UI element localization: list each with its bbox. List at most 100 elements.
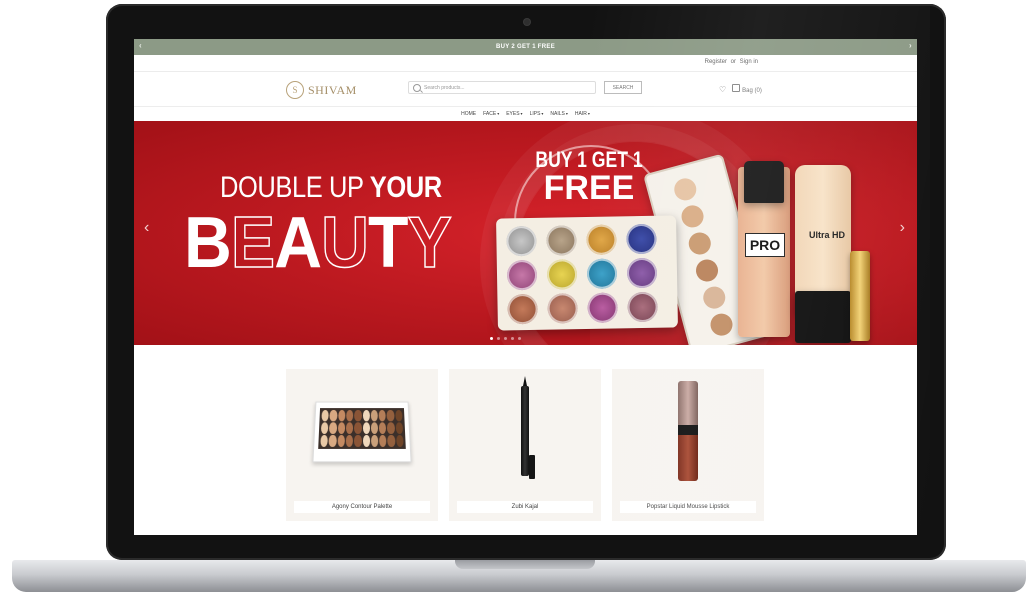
- search-icon: [413, 83, 421, 92]
- auth-separator: or: [730, 59, 736, 65]
- wishlist-heart-icon[interactable]: ♡: [719, 85, 726, 94]
- palette-pan: [346, 409, 354, 422]
- bag-label: Bag (0): [742, 88, 762, 94]
- announcement-text: BUY 2 GET 1 FREE: [495, 44, 556, 50]
- palette-pan: [320, 422, 329, 434]
- nav-item-face[interactable]: FACE▾: [483, 111, 499, 117]
- lipstick-image: [678, 381, 698, 481]
- webcam-icon: [524, 19, 530, 25]
- pro-label: PRO: [745, 233, 785, 257]
- banner-next-icon[interactable]: ›: [900, 219, 905, 237]
- carousel-dot[interactable]: [490, 337, 493, 340]
- promo-line2: FREE: [543, 169, 635, 207]
- product-card[interactable]: Agony Contour Palette: [286, 369, 438, 521]
- palette-pan: [362, 422, 370, 434]
- signin-link[interactable]: Sign in: [740, 59, 758, 65]
- search-input[interactable]: Search products...: [408, 81, 596, 94]
- chevron-down-icon: ▾: [565, 111, 568, 116]
- palette-pan: [395, 422, 404, 434]
- site-header: S SHIVAM Search products... SEARCH ♡ Bag…: [134, 72, 917, 107]
- nav-item-home[interactable]: HOME: [461, 111, 476, 117]
- product-name[interactable]: Popstar Liquid Mousse Lipstick: [620, 501, 756, 513]
- product-grid: Agony Contour Palette Zubi Kajal Popstar…: [286, 369, 764, 521]
- product-image[interactable]: [612, 369, 764, 493]
- palette-pan: [362, 434, 370, 447]
- search-placeholder: Search products...: [424, 84, 465, 91]
- beauty-letter: U: [320, 203, 369, 283]
- banner-prev-icon[interactable]: ‹: [144, 219, 149, 237]
- palette-pan: [379, 434, 387, 447]
- ultra-hd-label: Ultra HD: [809, 230, 846, 240]
- carousel-dot[interactable]: [511, 337, 514, 340]
- chevron-down-icon: ▾: [587, 111, 590, 116]
- beauty-letter: B: [184, 203, 232, 283]
- beauty-letter: E: [230, 203, 276, 283]
- hero-banner[interactable]: ‹ › DOUBLE UP YOUR BEAUTY BUY 1 GET 1 FR…: [134, 121, 917, 345]
- nav-item-nails[interactable]: NAILS▾: [550, 111, 567, 117]
- palette-pan: [394, 409, 403, 422]
- palette-pan: [354, 434, 362, 447]
- palette-pan: [337, 422, 346, 434]
- search-button[interactable]: SEARCH: [604, 81, 642, 94]
- announcement-bar: ‹ BUY 2 GET 1 FREE ›: [134, 39, 917, 55]
- chevron-down-icon: ▾: [497, 111, 500, 116]
- auth-links: Register or Sign in: [704, 59, 759, 65]
- chevron-down-icon: ▾: [541, 111, 544, 116]
- announcement-next-icon[interactable]: ›: [909, 41, 912, 50]
- top-bar: Register or Sign in: [134, 55, 917, 72]
- cart-link[interactable]: Bag (0): [732, 84, 762, 94]
- palette-pan: [345, 422, 354, 434]
- logo-mark-icon: S: [286, 81, 304, 99]
- laptop-base-notch: [455, 560, 595, 569]
- nav-item-lips[interactable]: LIPS▾: [530, 111, 544, 117]
- main-nav: HOME FACE▾ EYES▾ LIPS▾ NAILS▾ HAIR▾: [134, 107, 917, 121]
- beauty-letter: Y: [407, 203, 453, 283]
- gold-lipstick-image: [850, 251, 870, 341]
- product-image[interactable]: [449, 369, 601, 493]
- carousel-dot[interactable]: [504, 337, 507, 340]
- palette-pan: [328, 434, 337, 447]
- site-logo[interactable]: S SHIVAM: [286, 80, 357, 100]
- banner-headline-beauty: BEAUTY: [184, 206, 452, 280]
- palette-pan: [387, 434, 396, 447]
- beauty-letter: A: [274, 203, 322, 283]
- headline-light: DOUBLE UP: [220, 171, 370, 204]
- carousel-dots: [490, 337, 521, 340]
- banner-headline-top: DOUBLE UP YOUR: [220, 171, 442, 205]
- contour-palette-image: [312, 401, 412, 463]
- palette-pan: [378, 422, 387, 434]
- product-image[interactable]: [286, 369, 438, 493]
- nav-item-eyes[interactable]: EYES▾: [506, 111, 522, 117]
- palette-pan: [354, 409, 362, 422]
- carousel-dot[interactable]: [497, 337, 500, 340]
- beauty-letter: T: [368, 203, 408, 283]
- pro-foundation-cap: [744, 161, 784, 203]
- nav-item-hair[interactable]: HAIR▾: [575, 111, 590, 117]
- palette-pan: [378, 409, 387, 422]
- palette-pan: [395, 434, 404, 447]
- kajal-cap-image: [529, 455, 535, 479]
- palette-pan: [320, 434, 329, 447]
- palette-pan: [386, 409, 395, 422]
- bag-icon: [732, 84, 741, 92]
- register-link[interactable]: Register: [705, 59, 727, 65]
- palette-pan: [370, 422, 379, 434]
- announcement-prev-icon[interactable]: ‹: [139, 41, 142, 50]
- header-icons: ♡ Bag (0): [719, 84, 762, 94]
- product-name[interactable]: Zubi Kajal: [457, 501, 593, 513]
- glitter-palette-image: [496, 215, 678, 331]
- product-card[interactable]: Zubi Kajal: [449, 369, 601, 521]
- carousel-dot[interactable]: [518, 337, 521, 340]
- headline-bold: YOUR: [369, 171, 442, 204]
- palette-pan: [345, 434, 354, 447]
- palette-pan: [354, 422, 362, 434]
- palette-pan: [337, 434, 345, 447]
- palette-pan: [362, 409, 370, 422]
- laptop-screen: ‹ BUY 2 GET 1 FREE › Register or Sign in…: [134, 39, 917, 535]
- ultra-hd-cap: [795, 291, 851, 343]
- palette-pan: [337, 409, 346, 422]
- product-card[interactable]: Popstar Liquid Mousse Lipstick: [612, 369, 764, 521]
- product-name[interactable]: Agony Contour Palette: [294, 501, 430, 513]
- logo-text: SHIVAM: [308, 82, 357, 97]
- chevron-down-icon: ▾: [520, 111, 523, 116]
